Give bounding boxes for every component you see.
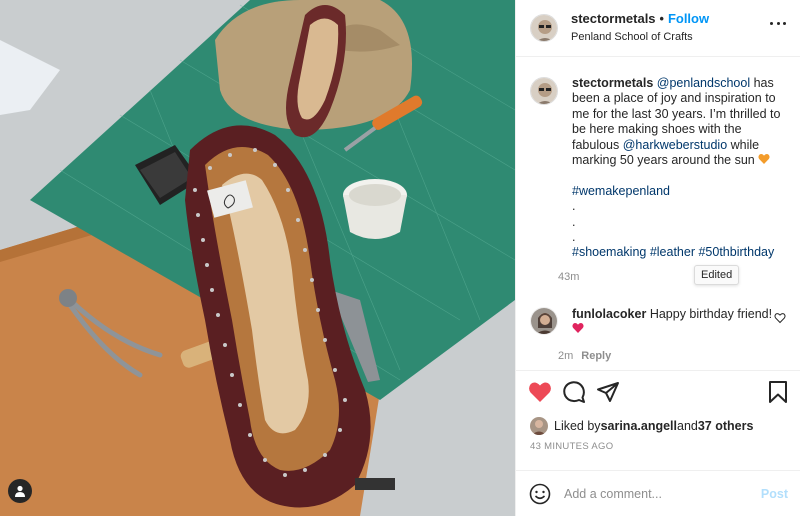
separator-dot: • (659, 12, 664, 26)
follow-button[interactable]: Follow (668, 11, 709, 27)
caption-text: stectormetals @penlandschool has been a … (572, 76, 787, 261)
comment-text: funlolacoker Happy birthday friend! (572, 307, 777, 338)
mention-harkweberstudio[interactable]: @harkweberstudio (623, 138, 727, 152)
person-icon (15, 485, 25, 497)
orange-heart-icon (758, 154, 770, 165)
post-timestamp[interactable]: 43 MINUTES AGO (516, 439, 800, 455)
comment-age[interactable]: 2m (558, 350, 573, 362)
post-header: stectormetals • Follow Penland School of… (516, 0, 800, 57)
author-username[interactable]: stectormetals (571, 11, 656, 27)
caption-age[interactable]: 43m (558, 271, 579, 283)
comments-section[interactable]: stectormetals @penlandschool has been a … (516, 58, 800, 369)
share-button[interactable] (594, 378, 622, 406)
speech-bubble-icon (563, 381, 585, 403)
ellipsis-icon (770, 22, 773, 25)
paper-plane-icon (597, 382, 619, 402)
bookmark-icon (769, 381, 787, 403)
shoemaking-photo (0, 0, 515, 516)
hashtag-wemakepenland[interactable]: #wemakepenland (572, 184, 670, 198)
author-avatar[interactable] (530, 14, 558, 42)
comment-item: funlolacoker Happy birthday friend! 2m Re… (530, 306, 786, 362)
likes-and: and (677, 419, 698, 433)
post-photo[interactable] (0, 0, 515, 516)
add-comment-bar: Post (516, 470, 800, 516)
caption-dot: . (572, 230, 576, 245)
caption-hashtags[interactable]: #shoemaking #leather #50thbirthday (572, 245, 774, 259)
red-heart-icon (572, 323, 584, 334)
caption-author[interactable]: stectormetals (572, 76, 653, 90)
mention-penlandschool[interactable]: @penlandschool (657, 76, 750, 90)
comment-body: Happy birthday friend! (649, 306, 773, 321)
tagged-users-button[interactable] (8, 479, 32, 503)
likes-prefix: Liked by (554, 419, 601, 433)
commenter-username[interactable]: funlolacoker (572, 307, 646, 321)
edited-tooltip: Edited (694, 265, 740, 285)
caption-dot: . (572, 199, 576, 214)
liker-avatar[interactable] (530, 417, 548, 435)
post-location[interactable]: Penland School of Crafts (571, 29, 709, 45)
comment-button[interactable] (560, 378, 588, 406)
emoji-button[interactable] (528, 482, 552, 506)
reply-button[interactable]: Reply (581, 350, 611, 362)
likes-summary: Liked by sarina.angell and 37 others (516, 413, 800, 439)
post-side-panel: stectormetals • Follow Penland School of… (515, 0, 800, 516)
commenter-avatar[interactable] (530, 306, 558, 335)
smiley-icon (529, 483, 551, 504)
heart-filled-icon (529, 382, 551, 402)
save-button[interactable] (764, 378, 792, 406)
comment-input[interactable] (564, 486, 753, 501)
more-options-button[interactable] (770, 22, 786, 28)
comment-like-icon[interactable] (774, 312, 786, 324)
caption-dot: . (572, 214, 576, 229)
caption-author-avatar[interactable] (530, 77, 558, 105)
likes-others[interactable]: 37 others (698, 419, 754, 433)
like-button[interactable] (526, 378, 554, 406)
liker-username[interactable]: sarina.angell (601, 419, 677, 433)
caption: stectormetals @penlandschool has been a … (530, 76, 786, 283)
post-comment-button[interactable]: Post (761, 487, 788, 501)
